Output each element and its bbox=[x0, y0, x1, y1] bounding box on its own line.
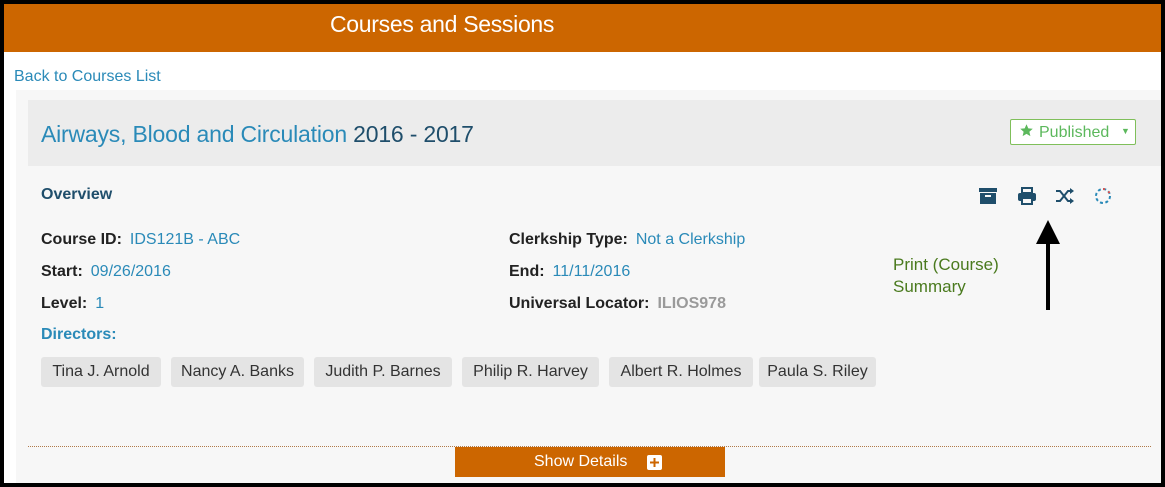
course-panel: Airways, Blood and Circulation 2016 - 20… bbox=[16, 90, 1161, 483]
universal-locator-value: ILIOS978 bbox=[657, 295, 726, 312]
director-chip: Nancy A. Banks bbox=[171, 357, 304, 387]
course-id-value[interactable]: IDS121B - ABC bbox=[130, 231, 240, 248]
print-icon[interactable] bbox=[1017, 186, 1037, 206]
level-value[interactable]: 1 bbox=[95, 295, 104, 312]
top-header-bar: Courses and Sessions bbox=[4, 4, 1161, 52]
publish-status-label: Published bbox=[1039, 124, 1110, 141]
universal-locator-field: Universal Locator: ILIOS978 bbox=[509, 295, 726, 313]
publish-status-dropdown[interactable]: Published ▼ bbox=[1010, 119, 1136, 145]
arrow-up-icon bbox=[1034, 220, 1062, 317]
end-date-value[interactable]: 11/11/2016 bbox=[553, 263, 631, 280]
chevron-down-icon: ▼ bbox=[1121, 126, 1130, 136]
star-icon bbox=[1019, 123, 1034, 143]
course-id-label: Course ID: bbox=[41, 231, 122, 248]
course-header: Airways, Blood and Circulation 2016 - 20… bbox=[28, 100, 1161, 166]
shuffle-icon[interactable] bbox=[1055, 186, 1075, 206]
start-date-field: Start: 09/26/2016 bbox=[41, 263, 171, 281]
start-label: Start: bbox=[41, 263, 83, 280]
director-chip: Philip R. Harvey bbox=[462, 357, 599, 387]
clerkship-type-value[interactable]: Not a Clerkship bbox=[636, 231, 745, 248]
course-year: 2016 - 2017 bbox=[353, 121, 474, 147]
course-name[interactable]: Airways, Blood and Circulation bbox=[41, 121, 347, 147]
course-title[interactable]: Airways, Blood and Circulation 2016 - 20… bbox=[41, 121, 474, 148]
universal-locator-label: Universal Locator: bbox=[509, 295, 650, 312]
back-to-courses-link[interactable]: Back to Courses List bbox=[14, 68, 161, 86]
director-chip: Paula S. Riley bbox=[759, 357, 876, 387]
directors-label[interactable]: Directors: bbox=[41, 326, 117, 344]
clerkship-type-field: Clerkship Type: Not a Clerkship bbox=[509, 231, 745, 249]
start-date-value[interactable]: 09/26/2016 bbox=[91, 263, 171, 280]
level-field: Level: 1 bbox=[41, 295, 104, 313]
end-date-field: End: 11/11/2016 bbox=[509, 263, 630, 281]
show-details-button[interactable]: Show Details bbox=[455, 447, 725, 477]
director-chip: Tina J. Arnold bbox=[41, 357, 161, 387]
loading-spinner-icon bbox=[1093, 186, 1113, 206]
annotation-line-1: Print (Course) bbox=[893, 255, 999, 274]
page-title: Courses and Sessions bbox=[330, 11, 555, 37]
annotation-line-2: Summary bbox=[893, 277, 966, 296]
print-summary-annotation: Print (Course) Summary bbox=[893, 254, 999, 298]
director-chip: Albert R. Holmes bbox=[609, 357, 753, 387]
level-label: Level: bbox=[41, 295, 88, 312]
show-details-label: Show Details bbox=[534, 453, 628, 470]
archive-icon[interactable] bbox=[978, 186, 998, 206]
course-id-field: Course ID: IDS121B - ABC bbox=[41, 231, 240, 249]
clerkship-type-label: Clerkship Type: bbox=[509, 231, 628, 248]
plus-square-icon bbox=[647, 455, 662, 475]
end-label: End: bbox=[509, 263, 545, 280]
director-chip: Judith P. Barnes bbox=[314, 357, 452, 387]
app-window: Courses and Sessions Back to Courses Lis… bbox=[4, 4, 1161, 483]
